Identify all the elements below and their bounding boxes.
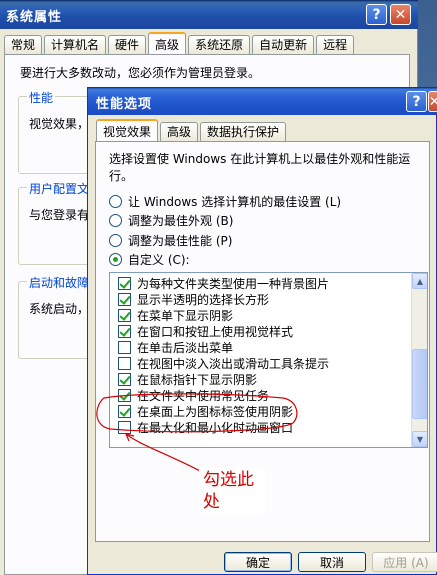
radio-button[interactable] [109,194,122,208]
performance-group: 性能 视觉效果， [18,89,98,174]
checkbox[interactable] [118,308,131,322]
list-item[interactable]: 显示半透明的选择长方形 [118,291,269,307]
list-item[interactable]: 在单击后淡出菜单 [118,339,233,355]
performance-options-tabs: 视觉效果 高级 数据执行保护 [96,119,288,142]
list-item[interactable]: 在文件夹中使用常见任务 [118,387,269,403]
startup-recovery-group-text: 系统启动， [29,302,90,316]
radio-button[interactable] [109,233,122,247]
list-item[interactable]: 为每种文件夹类型使用一种背景图片 [118,275,329,291]
radio-label: 调整为最佳性能 (P) [128,233,233,248]
list-item-label: 在视图中淡入淡出或滑动工具条提示 [137,356,330,371]
close-button[interactable]: ✕ [390,4,411,25]
list-item-label: 在最大化和最小化时动画窗口 [137,420,294,435]
checkbox[interactable] [118,292,131,306]
radio-label: 调整为最佳外观 (B) [128,213,234,228]
close-icon: ✕ [394,6,407,23]
user-profiles-group-text: 与您登录有 [29,208,90,222]
close-button[interactable]: ✕ [428,91,437,112]
help-icon: ? [372,6,381,23]
annotation-text: 勾选此处 [199,467,265,515]
list-item[interactable]: 在鼠标指针下显示阴影 [118,371,257,387]
performance-options-title: 性能选项 [96,97,153,112]
list-item[interactable]: 在最大化和最小化时动画窗口 [118,419,293,435]
tab-general[interactable]: 常规 [4,35,43,54]
list-item-label: 在单击后淡出菜单 [137,340,234,355]
tab-computer-name[interactable]: 计算机名 [44,35,107,54]
radio-label: 自定义 (C): [128,252,190,267]
list-item-label: 为每种文件夹类型使用一种背景图片 [137,276,330,291]
chevron-up-icon: ▲ [416,276,424,286]
list-item[interactable]: 在菜单下显示阴影 [118,307,233,323]
performance-options-titlebar[interactable]: 性能选项 ? ✕ [88,87,437,115]
visual-effects-description: 选择设置使 Windows 在此计算机上以最佳外观和性能运行。 [109,152,411,183]
tab-system-restore[interactable]: 系统还原 [188,35,251,54]
help-icon: ? [412,93,421,110]
tab-advanced[interactable]: 高级 [148,32,187,54]
checkbox[interactable] [118,420,131,434]
radio-let-windows-choose[interactable]: 让 Windows 选择计算机的最佳设置 (L) [109,193,341,209]
system-properties-titlebar[interactable]: 系统属性 ? ✕ [0,0,418,29]
tab-hardware[interactable]: 硬件 [108,35,147,54]
visual-effects-list[interactable]: 为每种文件夹类型使用一种背景图片 显示半透明的选择长方形 在菜单下显示阴影 在窗… [109,272,428,448]
radio-button[interactable] [109,252,122,266]
list-item-label: 在菜单下显示阴影 [137,308,234,323]
list-item-label: 在鼠标指针下显示阴影 [137,372,258,387]
list-item-label: 在文件夹中使用常见任务 [137,388,270,403]
close-icon: ✕ [428,93,437,110]
scroll-thumb[interactable] [412,349,427,419]
checkbox[interactable] [118,404,131,418]
list-item[interactable]: 在视图中淡入淡出或滑动工具条提示 [118,355,329,371]
radio-best-performance[interactable]: 调整为最佳性能 (P) [109,232,232,248]
radio-best-appearance[interactable]: 调整为最佳外观 (B) [109,212,233,228]
startup-recovery-group-title: 启动和故障 [27,274,92,291]
list-item-label: 在窗口和按钮上使用视觉样式 [137,324,294,339]
list-item[interactable]: 在窗口和按钮上使用视觉样式 [118,323,293,339]
help-button[interactable]: ? [366,4,387,25]
user-profiles-group: 用户配置文 与您登录有 [18,180,98,265]
checkbox[interactable] [118,388,131,402]
list-scrollbar[interactable]: ▲ ▼ [411,273,427,447]
tab-automatic-updates[interactable]: 自动更新 [252,35,315,54]
tab-visual-effects[interactable]: 视觉效果 [96,119,159,141]
radio-button[interactable] [109,213,122,227]
chevron-down-icon: ▼ [416,434,424,444]
tab-data-execution-prevention[interactable]: 数据执行保护 [200,122,287,141]
checkbox[interactable] [118,324,131,338]
performance-group-text: 视觉效果， [29,117,90,131]
tab-remote[interactable]: 远程 [316,35,355,54]
ok-button[interactable]: 确定 [224,552,292,572]
radio-custom[interactable]: 自定义 (C): [109,251,190,267]
list-item-label: 在桌面上为图标标签使用阴影 [137,404,294,419]
checkbox[interactable] [118,340,131,354]
scroll-down-button[interactable]: ▼ [412,431,427,447]
checkbox[interactable] [118,356,131,370]
system-properties-tabs: 常规 计算机名 硬件 高级 系统还原 自动更新 远程 [4,32,356,55]
user-profiles-group-title: 用户配置文 [27,180,92,197]
apply-button[interactable]: 应用 (A) [372,552,437,572]
list-item[interactable]: 在桌面上为图标标签使用阴影 [118,403,293,419]
cancel-button[interactable]: 取消 [298,552,366,572]
system-properties-title: 系统属性 [6,10,63,25]
radio-label: 让 Windows 选择计算机的最佳设置 (L) [128,194,342,209]
list-item-label: 显示半透明的选择长方形 [137,292,270,307]
startup-recovery-group: 启动和故障 系统启动， [18,274,98,359]
help-button[interactable]: ? [406,91,427,112]
checkbox[interactable] [118,276,131,290]
checkbox[interactable] [118,372,131,386]
performance-group-title: 性能 [27,89,56,106]
tab-advanced[interactable]: 高级 [160,122,199,141]
admin-note: 要进行大多数改动，您必须作为管理员登录。 [20,66,261,80]
scroll-up-button[interactable]: ▲ [412,273,427,289]
